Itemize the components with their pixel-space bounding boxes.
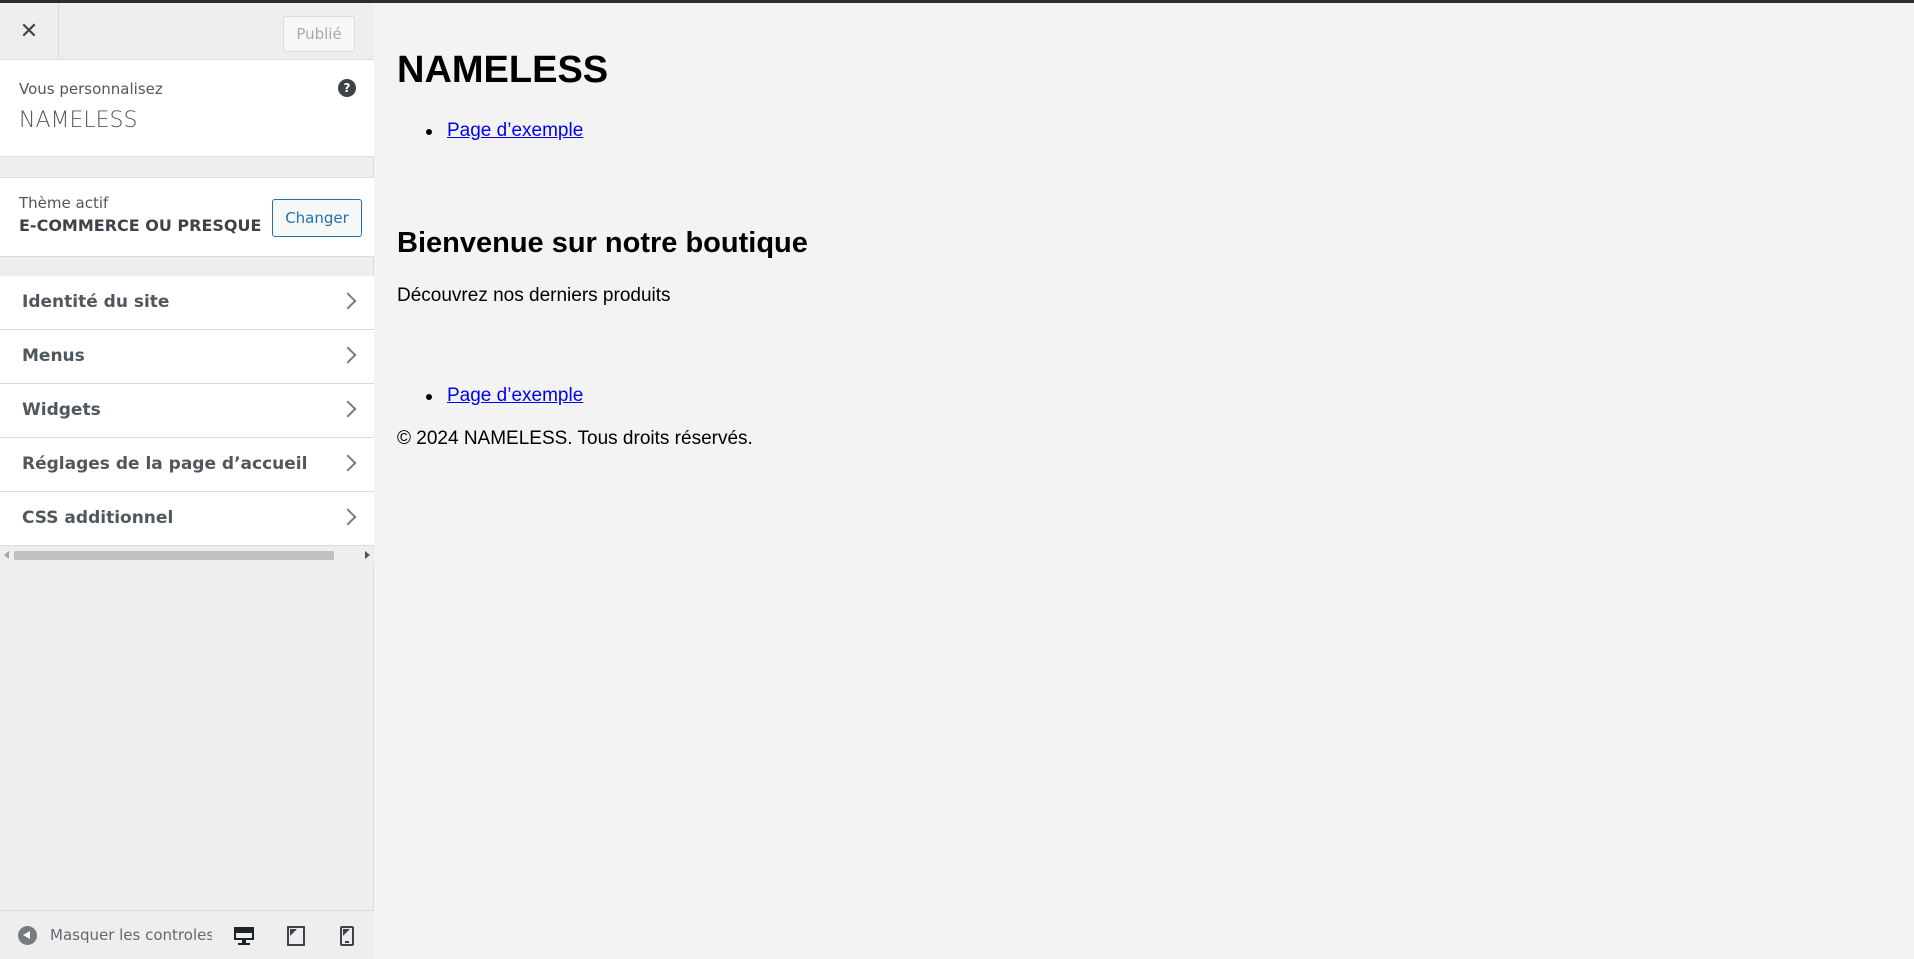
footer-menu: Page d’exemple	[397, 385, 583, 407]
collapse-icon[interactable]	[18, 926, 37, 945]
close-icon: ✕	[19, 18, 39, 44]
customizer-sections: Identité du site Menus Widgets Réglages …	[0, 276, 374, 546]
section-label: Menus	[22, 346, 85, 366]
change-theme-button[interactable]: Changer	[272, 199, 362, 237]
menu-link-sample-page[interactable]: Page d’exemple	[447, 385, 583, 406]
chevron-right-icon	[339, 292, 357, 310]
welcome-heading: Bienvenue sur notre boutique	[397, 227, 808, 259]
primary-menu: Page d’exemple	[397, 120, 583, 142]
section-site-identity[interactable]: Identité du site	[0, 276, 374, 330]
section-additional-css[interactable]: CSS additionnel	[0, 492, 374, 546]
customizer-sidebar: ✕ Publié Vous personnalisez NAMELESS ? T…	[0, 0, 374, 959]
chevron-right-icon	[339, 346, 357, 364]
site-title: NAMELESS	[397, 49, 609, 91]
scrollbar-thumb[interactable]	[14, 551, 334, 560]
sidebar-header: ✕ Publié	[0, 3, 374, 60]
active-theme-label: Thème actif	[19, 194, 109, 212]
section-label: Réglages de la page d’accueil	[22, 454, 308, 474]
section-menus[interactable]: Menus	[0, 330, 374, 384]
chevron-right-icon	[339, 454, 357, 472]
section-widgets[interactable]: Widgets	[0, 384, 374, 438]
section-label: CSS additionnel	[22, 508, 174, 528]
site-preview: NAMELESS Page d’exemple Bienvenue sur no…	[375, 3, 1914, 959]
section-label: Widgets	[22, 400, 101, 420]
collapse-controls-label[interactable]: Masquer les controles	[50, 926, 212, 944]
horizontal-scrollbar[interactable]	[0, 548, 374, 562]
mobile-icon[interactable]	[336, 925, 358, 947]
chevron-right-icon	[339, 400, 357, 418]
active-theme-name: E-COMMERCE OU PRESQUE	[19, 216, 262, 235]
scroll-left-arrow-icon[interactable]	[4, 551, 9, 559]
top-border	[0, 0, 1914, 3]
tablet-icon[interactable]	[285, 925, 307, 947]
desktop-icon[interactable]	[233, 925, 255, 947]
active-theme-panel: Thème actif E-COMMERCE OU PRESQUE Change…	[0, 177, 374, 257]
menu-item: Page d’exemple	[397, 385, 583, 407]
close-button[interactable]: ✕	[0, 3, 59, 59]
site-name: NAMELESS	[19, 108, 138, 133]
chevron-right-icon	[339, 508, 357, 526]
scroll-right-arrow-icon[interactable]	[365, 551, 370, 559]
menu-link-sample-page[interactable]: Page d’exemple	[447, 120, 583, 141]
help-icon[interactable]: ?	[338, 79, 356, 97]
menu-item: Page d’exemple	[397, 120, 583, 142]
section-label: Identité du site	[22, 292, 170, 312]
customizing-info: Vous personnalisez NAMELESS ?	[0, 60, 374, 157]
publish-button[interactable]: Publié	[283, 16, 355, 52]
section-homepage-settings[interactable]: Réglages de la page d’accueil	[0, 438, 374, 492]
customizing-label: Vous personnalisez	[19, 80, 163, 98]
copyright-text: © 2024 NAMELESS. Tous droits réservés.	[397, 428, 753, 449]
sidebar-footer: Masquer les controles	[0, 910, 374, 959]
tagline: Découvrez nos derniers produits	[397, 285, 671, 306]
